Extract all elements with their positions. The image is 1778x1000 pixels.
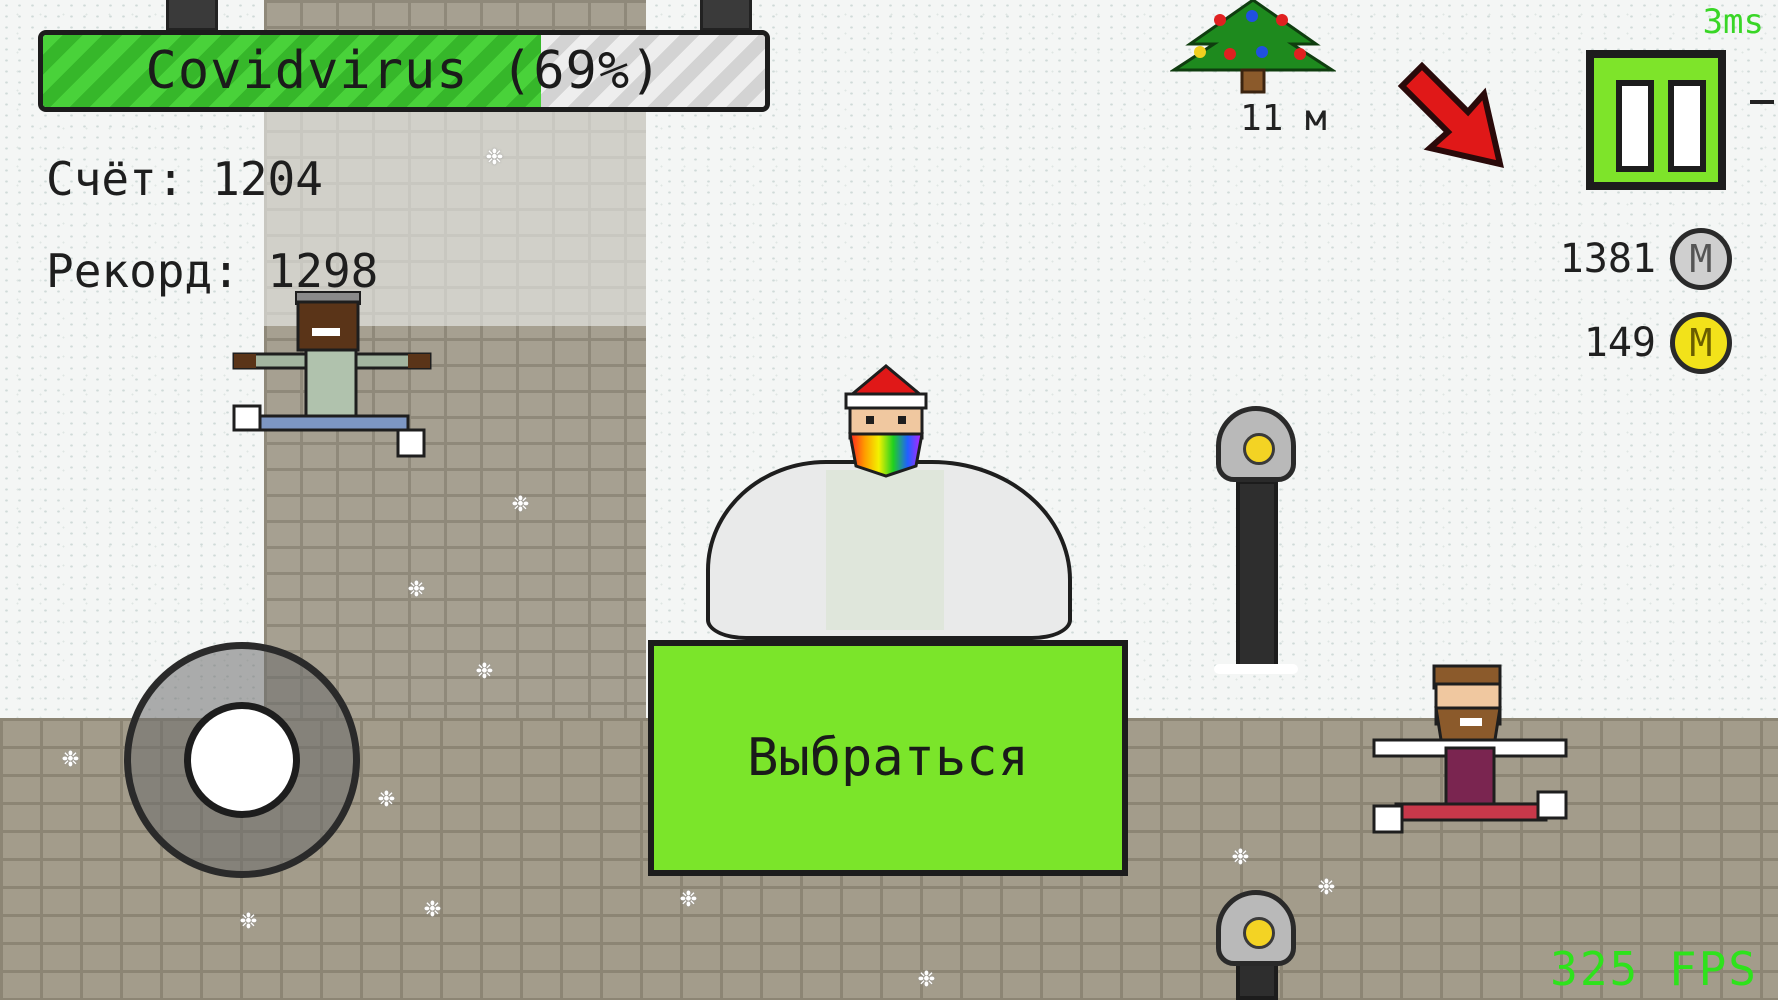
gold-coin-count: 149 xyxy=(1583,320,1656,366)
red-arrow-icon xyxy=(1397,61,1504,168)
street-lamp-post-lower xyxy=(1236,960,1278,1000)
distance-to-target: 11 м xyxy=(1240,98,1327,139)
snowflake: ❉ xyxy=(408,570,425,603)
snowflake: ❉ xyxy=(486,138,503,171)
dancing-npc-right xyxy=(1372,664,1568,834)
dancing-npc-left xyxy=(232,291,432,458)
street-lamp-head-lower xyxy=(1216,890,1296,966)
snowflake: ❉ xyxy=(424,890,441,923)
overhead-pole-left xyxy=(166,0,218,31)
virus-progress-label: Covidvirus (69%) xyxy=(145,41,663,101)
fps-counter: 325 FPS xyxy=(1550,942,1758,996)
overhead-pole-right xyxy=(700,0,752,31)
joystick-knob[interactable] xyxy=(184,702,300,818)
player-body-in-snow xyxy=(826,470,944,630)
snowflake: ❉ xyxy=(1318,868,1335,901)
street-lamp-head xyxy=(1216,406,1296,482)
street-lamp-post xyxy=(1236,480,1278,670)
silver-coin-count: 1381 xyxy=(1559,236,1656,282)
christmas-tree-icon xyxy=(1170,0,1336,94)
frame-time: 3ms xyxy=(1702,2,1764,42)
snowflake: ❉ xyxy=(680,880,697,913)
gold-coin-counter: 149 M xyxy=(1584,312,1732,374)
exit-snowdrift-button[interactable]: Выбраться xyxy=(648,640,1128,876)
snowflake: ❉ xyxy=(918,960,935,993)
snowflake: ❉ xyxy=(1232,838,1249,871)
snowflake: ❉ xyxy=(512,485,529,518)
snowflake: ❉ xyxy=(476,652,493,685)
pause-button[interactable] xyxy=(1586,50,1726,190)
edge-mark xyxy=(1750,100,1774,104)
virus-progress-bar: Covidvirus (69%) xyxy=(38,30,770,112)
gold-coin-icon: M xyxy=(1670,312,1732,374)
score-label: Счёт: 1204 xyxy=(46,152,323,206)
player-santa-head xyxy=(844,364,928,478)
snowflake: ❉ xyxy=(62,740,79,773)
snowflake: ❉ xyxy=(240,902,257,935)
silver-coin-counter: 1381 M xyxy=(1560,228,1732,290)
lamp-snow-base xyxy=(1214,664,1298,674)
snowflake: ❉ xyxy=(378,780,395,813)
silver-coin-icon: M xyxy=(1670,228,1732,290)
